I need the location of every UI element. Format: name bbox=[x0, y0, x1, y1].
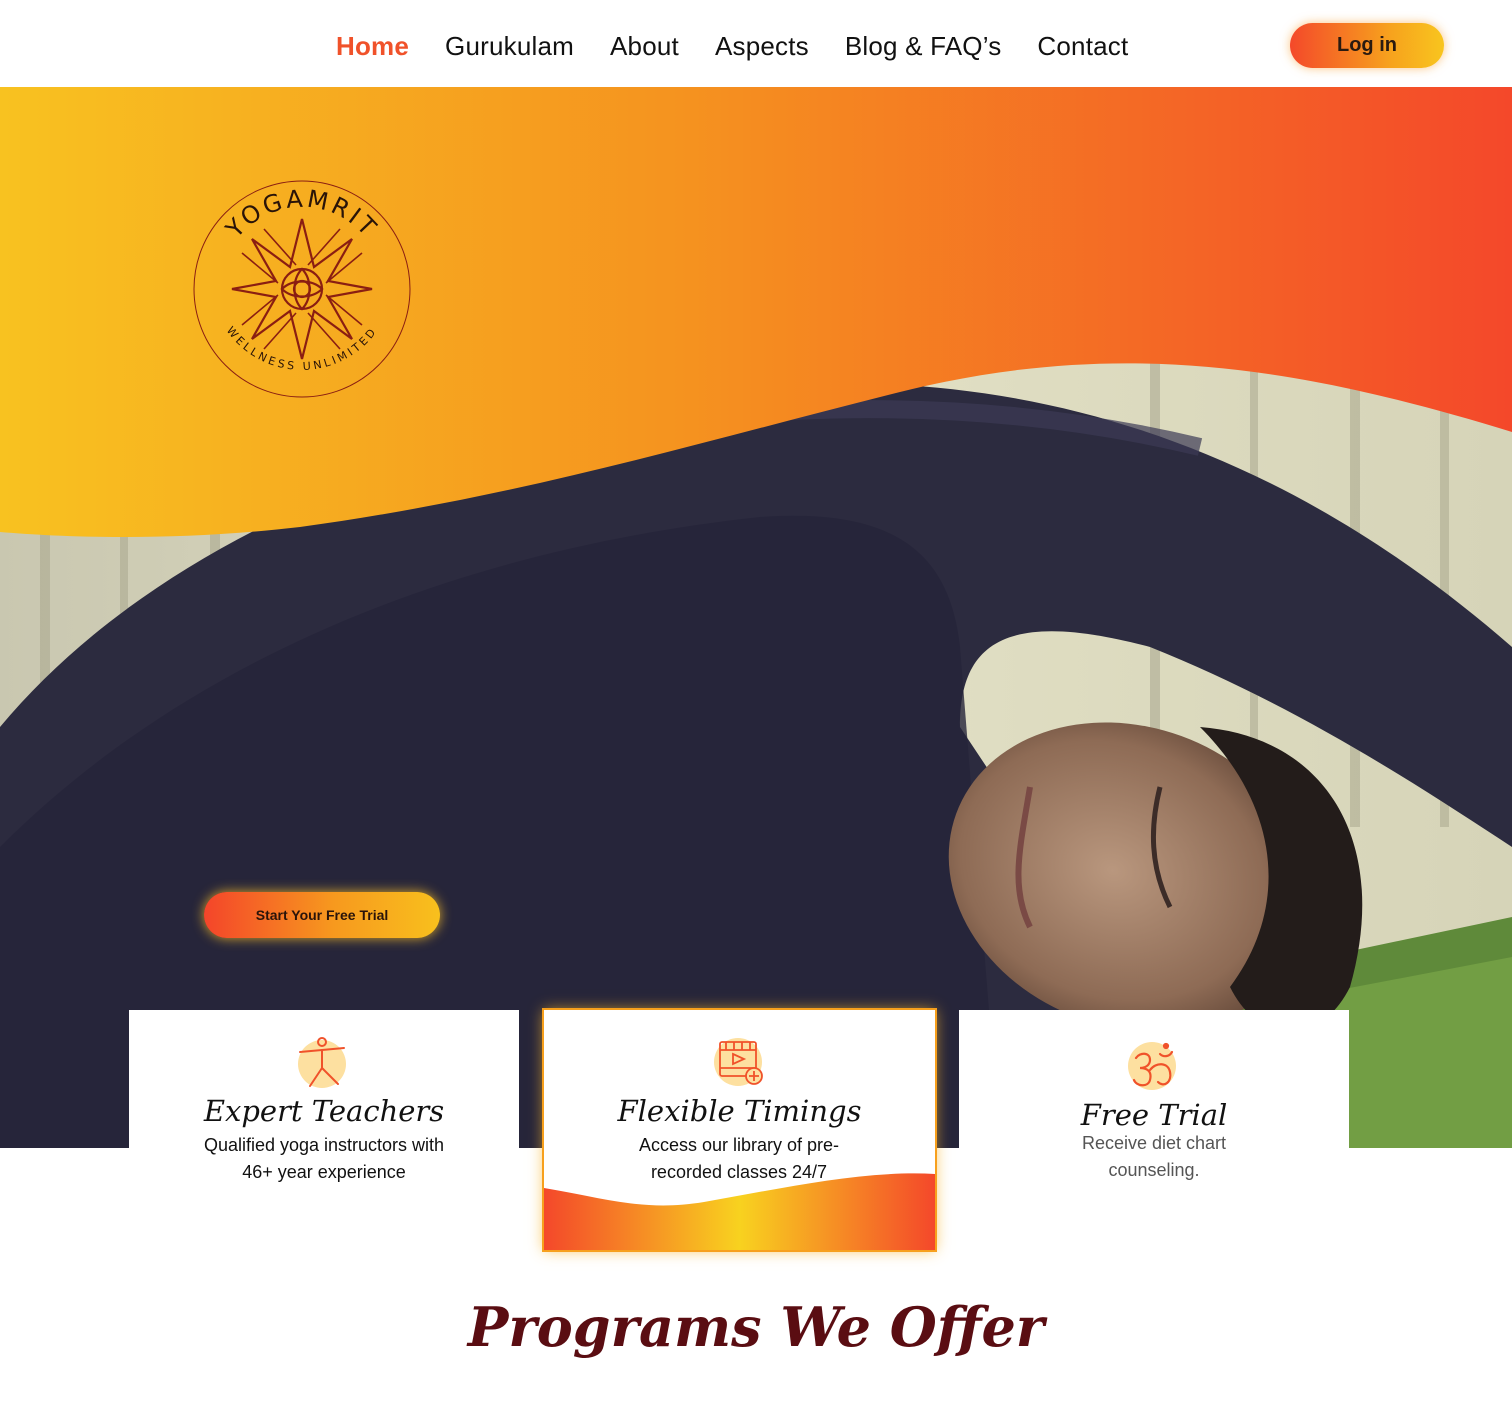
nav-home-link[interactable]: Home bbox=[336, 30, 409, 62]
svg-text:YOGAMRIT: YOGAMRIT bbox=[220, 185, 384, 244]
top-nav: Home Gurukulam About Aspects Blog & FAQ’… bbox=[0, 0, 1512, 87]
yoga-pose-icon bbox=[298, 1037, 346, 1088]
nav-blog-faq-link[interactable]: Blog & FAQ’s bbox=[845, 30, 1002, 62]
mandala-sun-icon bbox=[231, 218, 373, 360]
hero-section: YOGAMRIT WELLNESS UNLIMITED Start Your F… bbox=[0, 87, 1512, 1148]
feature-description: Receive diet chart counseling. bbox=[999, 1130, 1309, 1184]
feature-description: Qualified yoga instructors with 46+ year… bbox=[169, 1132, 479, 1186]
nav-links: Home Gurukulam About Aspects Blog & FAQ’… bbox=[336, 30, 1128, 62]
feature-card-expert-teachers: Expert Teachers Qualified yoga instructo… bbox=[129, 1010, 519, 1200]
feature-desc-line: counseling. bbox=[1108, 1160, 1200, 1180]
feature-desc-line: Qualified yoga instructors with bbox=[203, 1135, 445, 1155]
logo-bottom-text: WELLNESS UNLIMITED bbox=[224, 324, 377, 373]
feature-desc-line: 46+ year experience bbox=[242, 1162, 406, 1182]
feature-card-flexible-timings: Flexible Timings Access our library of p… bbox=[542, 1008, 937, 1252]
yogamrit-logo[interactable]: YOGAMRIT WELLNESS UNLIMITED bbox=[190, 167, 415, 412]
programs-heading: Programs We Offer bbox=[467, 1295, 1045, 1359]
login-button[interactable]: Log in bbox=[1290, 23, 1444, 68]
nav-aspects-link[interactable]: Aspects bbox=[715, 30, 809, 62]
svg-text:WELLNESS UNLIMITED: WELLNESS UNLIMITED bbox=[224, 324, 380, 373]
feature-desc-line: Receive diet chart bbox=[1081, 1133, 1227, 1153]
nav-about-link[interactable]: About bbox=[610, 30, 679, 62]
om-icon bbox=[1128, 1042, 1176, 1090]
nav-contact-link[interactable]: Contact bbox=[1037, 30, 1128, 62]
start-free-trial-button[interactable]: Start Your Free Trial bbox=[204, 892, 440, 938]
feature-card-free-trial: Free Trial Receive diet chart counseling… bbox=[959, 1010, 1349, 1200]
feature-desc-line: Access our library of pre- bbox=[638, 1135, 840, 1155]
video-library-icon bbox=[713, 1038, 763, 1086]
nav-gurukulam-link[interactable]: Gurukulam bbox=[445, 30, 574, 62]
feature-title: Flexible Timings bbox=[617, 1094, 862, 1128]
feature-title: Free Trial bbox=[1080, 1098, 1228, 1132]
feature-title: Expert Teachers bbox=[203, 1094, 445, 1128]
card-wave-decoration bbox=[544, 1173, 935, 1250]
logo-top-text: YOGAMRIT bbox=[220, 185, 381, 244]
